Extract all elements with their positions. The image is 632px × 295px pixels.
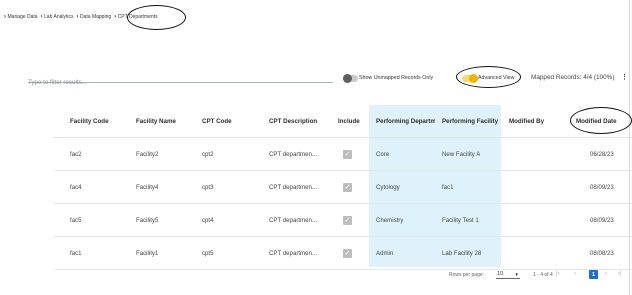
caret-down-icon: ▼ — [514, 271, 519, 277]
include-checkbox[interactable]: ✓ — [343, 182, 352, 192]
column-header-facility-name[interactable]: Facility Name — [136, 105, 196, 137]
toggle-knob — [343, 74, 352, 83]
table-row[interactable]: fac4 Facility4 cpt3 CPT departmen... ✓ C… — [54, 171, 632, 204]
mapped-records-status: Mapped Records: 4/4 (100%) — [531, 73, 615, 81]
cell-cpt-description: CPT departmen... — [269, 150, 317, 158]
breadcrumb-label: Lab Analytics — [44, 14, 74, 20]
last-page-icon[interactable]: ›| — [618, 271, 622, 277]
cell-performing-department: Core — [376, 150, 390, 158]
cell-performing-department: Admin — [376, 249, 394, 257]
cell-include: ✓ — [343, 204, 352, 236]
cell-facility-name: Facility5 — [136, 216, 159, 224]
chevron-right-icon: › — [76, 14, 79, 20]
column-header-performing-department[interactable]: Performing Department — [376, 105, 435, 137]
chevron-right-icon: › — [4, 14, 6, 20]
column-header-cpt-code[interactable]: CPT Code — [202, 105, 262, 137]
cpt-departments-table: Facility Code Facility Name CPT Code CPT… — [54, 105, 632, 270]
cell-cpt-description: CPT departmen... — [269, 216, 317, 224]
cell-cpt-description: CPT departmen... — [269, 183, 317, 191]
cell-facility-name: Facility2 — [136, 150, 159, 158]
cell-include: ✓ — [343, 237, 352, 269]
cell-performing-facility: fac1 — [442, 183, 454, 191]
cell-modified-date: 08/09/23 — [590, 183, 614, 191]
cell-facility-code: fac2 — [70, 150, 82, 158]
cell-facility-code: fac1 — [70, 249, 82, 257]
include-checkbox[interactable]: ✓ — [343, 149, 352, 159]
column-header-cpt-description[interactable]: CPT Description — [269, 105, 334, 137]
chevron-right-icon: › — [114, 14, 117, 20]
breadcrumb-item-data-mapping[interactable]: › Data Mapping — [74, 14, 112, 20]
cell-facility-code: fac4 — [70, 183, 82, 191]
breadcrumb-label: Manage Data — [7, 14, 38, 20]
pagination-range: 1 - 4 of 4 — [533, 272, 553, 278]
table-header-row: Facility Code Facility Name CPT Code CPT… — [54, 105, 632, 138]
cell-include: ✓ — [343, 171, 352, 203]
show-unmapped-toggle[interactable] — [343, 74, 358, 83]
page-button-1[interactable]: 1 — [589, 270, 598, 279]
include-checkbox[interactable]: ✓ — [343, 215, 352, 225]
cell-cpt-description: CPT departmen... — [269, 249, 317, 257]
cell-cpt-code: cpt5 — [202, 249, 214, 257]
breadcrumb-item-lab-analytics[interactable]: › Lab Analytics — [38, 14, 74, 20]
breadcrumb-item-cpt-departments: › CPT Departments — [111, 14, 157, 20]
cell-include: ✓ — [343, 138, 352, 170]
cell-facility-code: fac5 — [70, 216, 82, 224]
filter-input[interactable] — [28, 77, 333, 88]
cell-cpt-code: cpt2 — [202, 150, 214, 158]
breadcrumb-label: CPT Departments — [117, 14, 158, 20]
chevron-left-icon[interactable]: ‹ — [574, 271, 576, 277]
column-header-modified-by[interactable]: Modified By — [509, 105, 564, 137]
column-header-include[interactable]: Include — [338, 105, 368, 137]
cell-performing-department: Cytology — [376, 183, 400, 191]
column-header-performing-facility[interactable]: Performing Facility — [442, 105, 502, 137]
first-page-icon[interactable]: |‹ — [556, 271, 560, 277]
show-unmapped-label: Show Unmapped Records Only — [359, 75, 434, 81]
table-row[interactable]: fac1 Facility1 cpt5 CPT departmen... ✓ A… — [54, 237, 632, 270]
column-header-modified-date[interactable]: Modified Date — [576, 105, 632, 137]
cell-modified-date: 08/09/23 — [590, 216, 614, 224]
breadcrumb-label: Data Mapping — [80, 14, 112, 20]
advanced-view-toggle[interactable] — [462, 74, 478, 83]
toggle-knob — [469, 74, 478, 83]
rows-per-page-label: Rows per page: — [449, 272, 485, 278]
cell-cpt-code: cpt3 — [202, 183, 214, 191]
cell-performing-department: Chemistry — [376, 216, 404, 224]
cell-modified-date: 06/28/23 — [590, 150, 614, 158]
chevron-right-icon: › — [40, 14, 43, 20]
page: › Manage Data › Lab Analytics › Data Map… — [0, 0, 632, 295]
rows-per-page-value: 10 — [497, 271, 504, 277]
include-checkbox[interactable]: ✓ — [343, 248, 352, 258]
breadcrumb-item-manage-data[interactable]: › Manage Data — [4, 14, 38, 20]
cell-modified-date: 08/08/23 — [590, 249, 614, 257]
rows-per-page-select[interactable]: 10 ▼ — [496, 270, 520, 279]
cell-facility-name: Facility4 — [136, 183, 159, 191]
filter-field — [28, 71, 333, 88]
chevron-right-icon[interactable]: › — [605, 271, 607, 277]
cell-facility-name: Facility1 — [136, 249, 159, 257]
cell-cpt-code: cpt4 — [202, 216, 214, 224]
cell-performing-facility: New Facility A — [442, 150, 481, 158]
cell-performing-facility: Lab Facility 28 — [442, 249, 482, 257]
column-header-facility-code[interactable]: Facility Code — [70, 105, 130, 137]
table-row[interactable]: fac2 Facility2 cpt2 CPT departmen... ✓ C… — [54, 138, 632, 171]
breadcrumb: › Manage Data › Lab Analytics › Data Map… — [4, 12, 158, 22]
table-row[interactable]: fac5 Facility5 cpt4 CPT departmen... ✓ C… — [54, 204, 632, 237]
more-vert-icon[interactable]: ⋮ — [621, 73, 628, 81]
advanced-view-label: Advanced View — [478, 75, 515, 81]
cell-performing-facility: Facility Test 1 — [442, 216, 479, 224]
